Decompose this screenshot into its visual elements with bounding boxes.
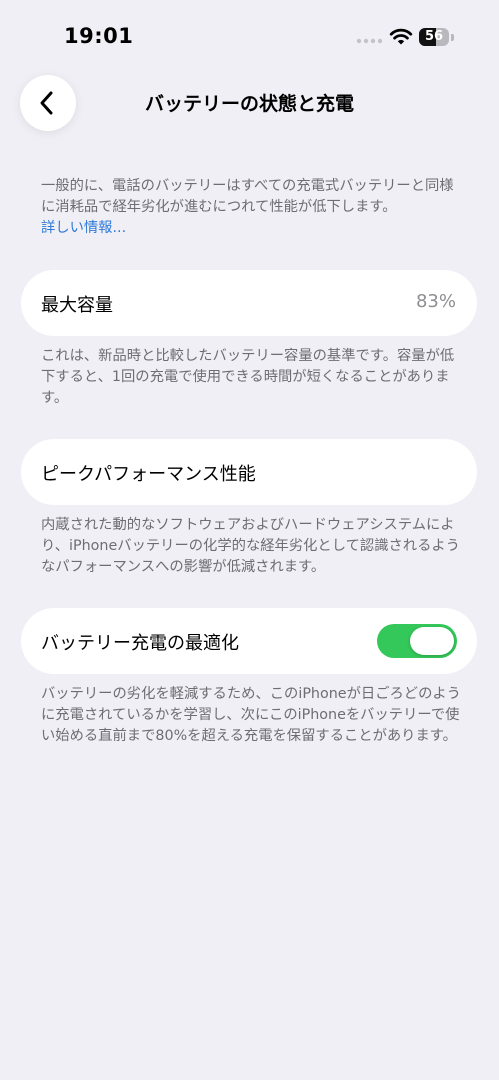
peak-performance-note: 内蔵された動的なソフトウェアおよびハードウェアシステムにより、iPhoneバッテ…	[41, 517, 460, 575]
battery-icon: 56	[419, 26, 455, 48]
peak-performance-row: ピークパフォーマンス性能	[21, 439, 477, 505]
intro-text: 一般的に、電話のバッテリーはすべての充電式バッテリーと同様に消耗品で経年劣化が進…	[41, 176, 466, 239]
signal-dots-icon	[356, 38, 382, 44]
max-capacity-row: 最大容量 83%	[21, 270, 477, 336]
battery-level: 56	[424, 29, 444, 44]
max-capacity-label: 最大容量	[41, 295, 113, 316]
status-bar: 19:01 56	[0, 0, 499, 70]
max-capacity-note: これは、新品時と比較したバッテリー容量の基準です。容量が低下すると、1回の充電で…	[41, 348, 455, 406]
max-capacity-value: 83%	[415, 291, 456, 312]
page-title: バッテリーの状態と充電	[144, 93, 354, 115]
optimized-charging-row: バッテリー充電の最適化	[21, 608, 477, 674]
optimized-charging-toggle[interactable]	[377, 624, 457, 658]
wifi-icon	[389, 28, 413, 45]
status-time: 19:01	[64, 24, 134, 48]
learn-more-link[interactable]: 詳しい情報...	[41, 220, 126, 236]
toggle-knob	[410, 627, 454, 655]
optimized-charging-label: バッテリー充電の最適化	[41, 633, 239, 654]
optimized-charging-note: バッテリーの劣化を軽減するため、このiPhoneが日ごろどのように充電されている…	[41, 686, 461, 744]
peak-performance-label: ピークパフォーマンス性能	[41, 464, 256, 485]
intro-description: 一般的に、電話のバッテリーはすべての充電式バッテリーと同様に消耗品で経年劣化が進…	[41, 178, 454, 215]
